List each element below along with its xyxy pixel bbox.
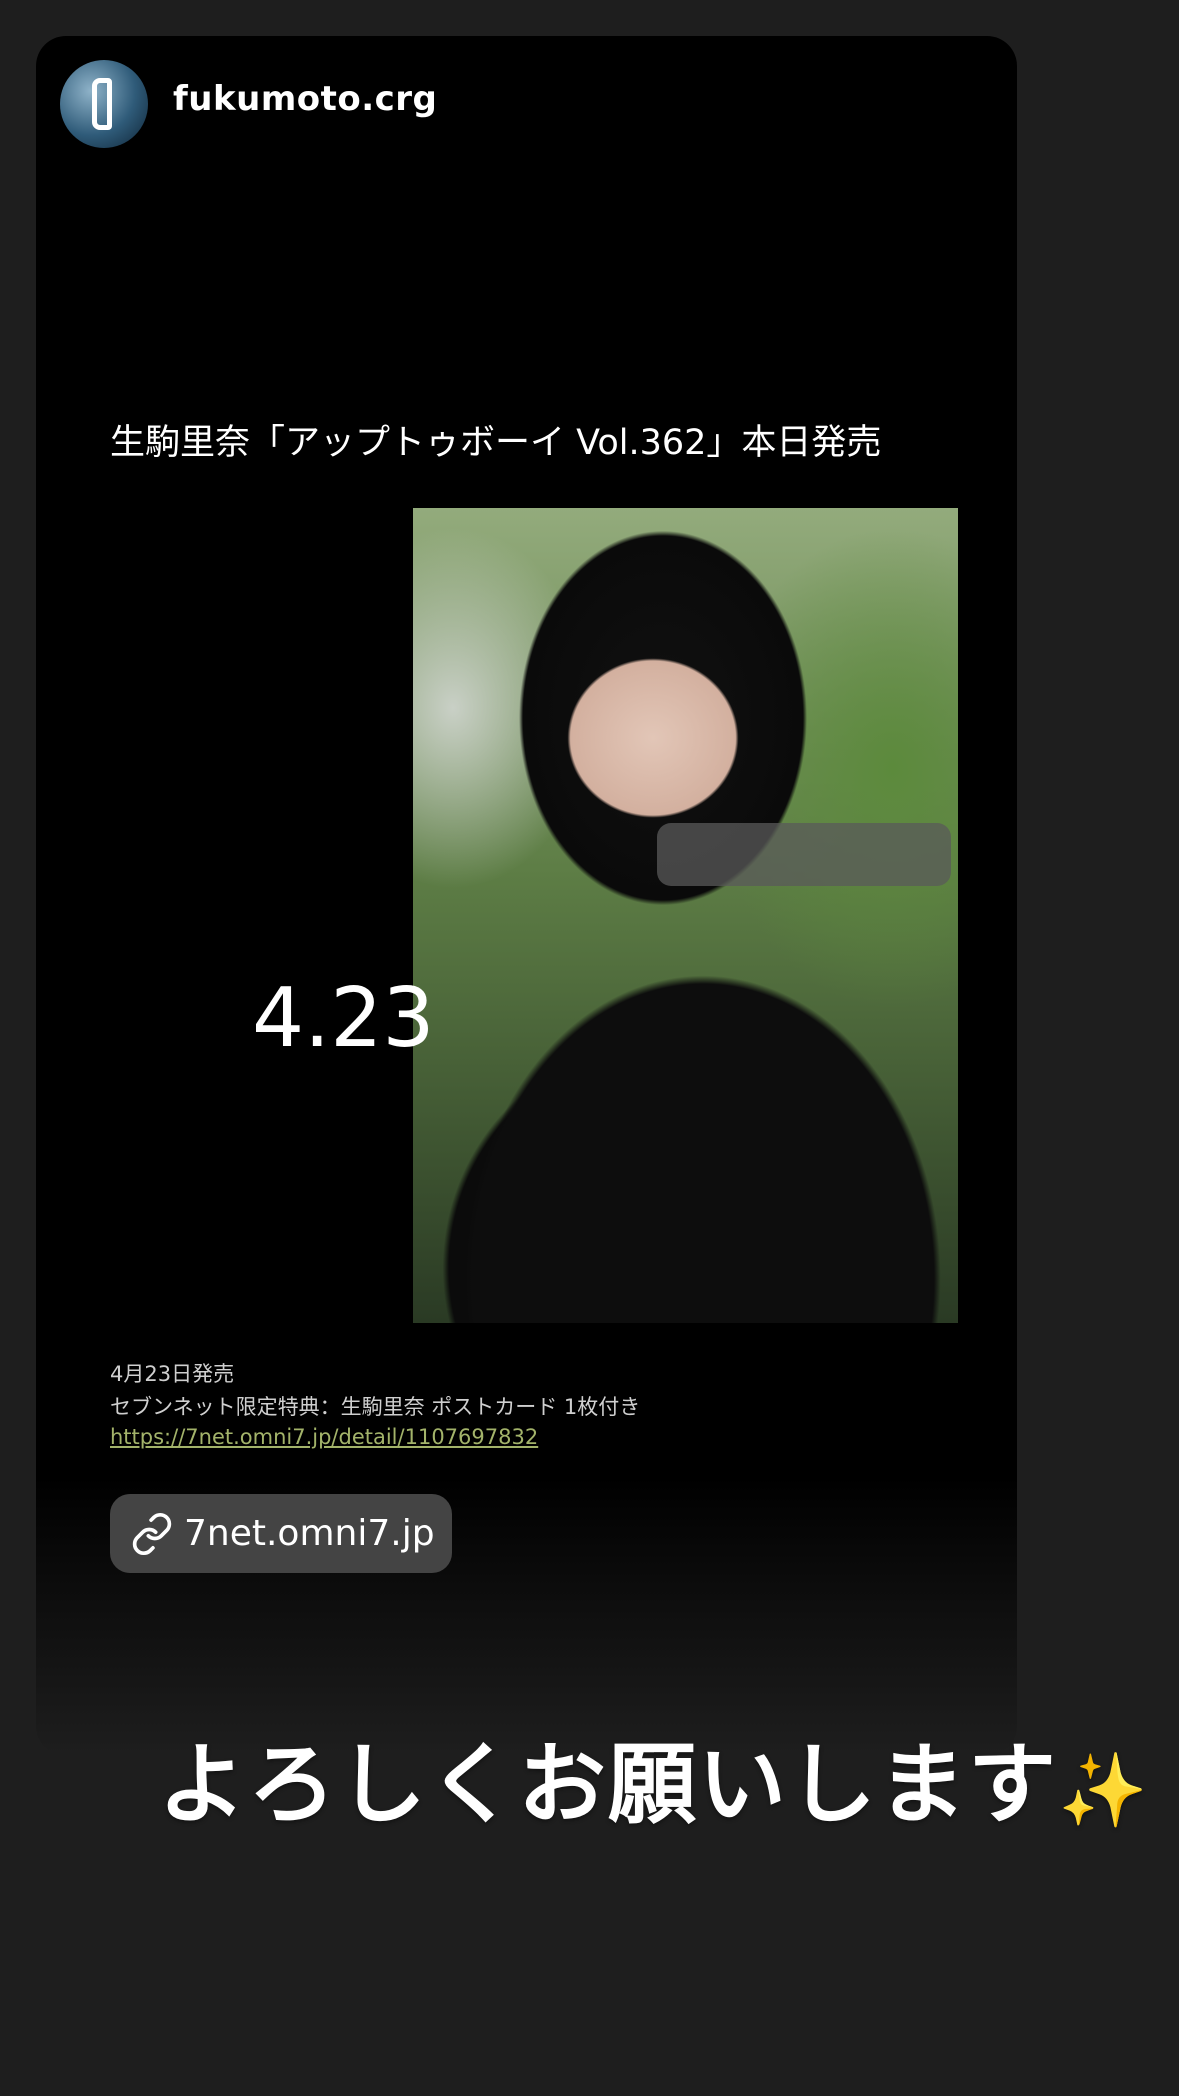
post-url[interactable]: https://7net.omni7.jp/detail/1107697832 (110, 1425, 538, 1449)
story-caption: よろしくお願いします✨ (158, 1714, 1150, 1841)
release-text: 4月23日発売 (110, 1362, 235, 1386)
profile-avatar[interactable] (60, 60, 148, 148)
story-username[interactable]: fukumoto.crg (173, 82, 437, 116)
photo-subject (413, 838, 958, 1323)
link-domain: 7net.omni7.jp (184, 1513, 435, 1554)
link-icon (132, 1512, 172, 1555)
photo-overlay-pill (657, 823, 951, 886)
post-photo (413, 508, 958, 1323)
caption-text: よろしくお願いします (158, 1733, 1059, 1836)
bonus-text: セブンネット限定特典：生駒里奈 ポストカード 1枚付き (110, 1395, 641, 1419)
avatar-logo (92, 78, 112, 130)
release-date-large: 4.23 (252, 971, 435, 1066)
shared-post[interactable]: 生駒里奈「アップトゥボーイ Vol.362」本日発売 4.23 4月23日発売 … (77, 398, 1017, 1478)
sparkles-emoji: ✨ (1058, 1748, 1150, 1832)
link-sticker[interactable]: 7net.omni7.jp (110, 1494, 452, 1573)
post-title: 生駒里奈「アップトゥボーイ Vol.362」本日発売 (110, 423, 882, 463)
